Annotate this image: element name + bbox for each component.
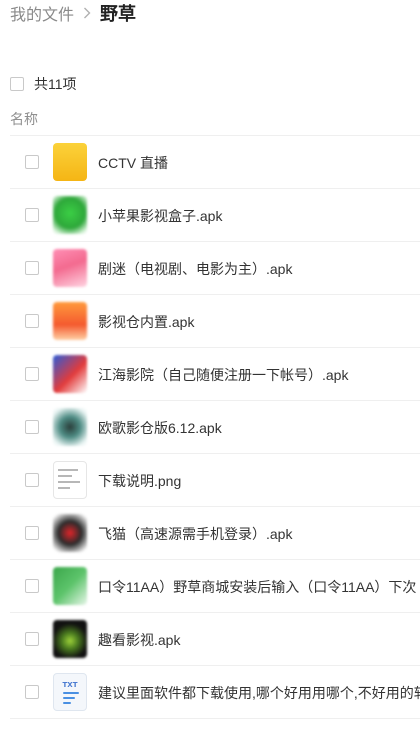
app-icon <box>53 302 87 340</box>
file-row[interactable]: CCTV 直播 <box>10 136 420 189</box>
file-row[interactable]: 江海影院（自己随便注册一下帐号）.apk <box>10 348 420 401</box>
file-row[interactable]: 剧迷（电视剧、电影为主）.apk <box>10 242 420 295</box>
file-name[interactable]: 下载说明.png <box>98 471 420 491</box>
app-icon <box>53 196 87 234</box>
select-all-row: 共11项 <box>10 75 77 93</box>
file-row[interactable]: 小苹果影视盒子.apk <box>10 189 420 242</box>
row-checkbox[interactable] <box>25 473 39 487</box>
file-name[interactable]: 小苹果影视盒子.apk <box>98 206 420 226</box>
row-checkbox[interactable] <box>25 632 39 646</box>
file-row[interactable]: 欧歌影仓版6.12.apk <box>10 401 420 454</box>
item-count-label: 共11项 <box>34 76 77 92</box>
row-checkbox[interactable] <box>25 208 39 222</box>
app-icon <box>53 567 87 605</box>
file-name[interactable]: CCTV 直播 <box>98 153 420 173</box>
app-icon <box>53 249 87 287</box>
image-file-icon <box>53 461 87 499</box>
app-icon <box>53 514 87 552</box>
row-checkbox[interactable] <box>25 579 39 593</box>
file-row[interactable]: TXT 建议里面软件都下载使用,哪个好用用哪个,不好用的软 <box>10 666 420 719</box>
file-name[interactable]: 江海影院（自己随便注册一下帐号）.apk <box>98 365 420 385</box>
chevron-right-icon <box>80 6 94 20</box>
select-all-checkbox[interactable] <box>10 77 24 91</box>
file-name[interactable]: 口令11AA）野草商城安装后输入（口令11AA）下次 <box>98 577 420 597</box>
row-checkbox[interactable] <box>25 314 39 328</box>
app-icon <box>53 620 87 658</box>
file-row[interactable]: 下载说明.png <box>10 454 420 507</box>
file-list: CCTV 直播 小苹果影视盒子.apk 剧迷（电视剧、电影为主）.apk 影视仓… <box>10 136 420 719</box>
folder-icon <box>53 143 87 181</box>
file-name[interactable]: 飞猫（高速源需手机登录）.apk <box>98 524 420 544</box>
file-row[interactable]: 趣看影视.apk <box>10 613 420 666</box>
file-name[interactable]: 欧歌影仓版6.12.apk <box>98 418 420 438</box>
txt-file-icon: TXT <box>53 673 87 711</box>
row-checkbox[interactable] <box>25 367 39 381</box>
file-name[interactable]: 影视仓内置.apk <box>98 312 420 332</box>
breadcrumb-root-link[interactable]: 我的文件 <box>10 1 74 25</box>
file-row[interactable]: 飞猫（高速源需手机登录）.apk <box>10 507 420 560</box>
app-icon <box>53 355 87 393</box>
row-checkbox[interactable] <box>25 261 39 275</box>
file-row[interactable]: 影视仓内置.apk <box>10 295 420 348</box>
file-name[interactable]: 趣看影视.apk <box>98 630 420 650</box>
breadcrumb: 我的文件 野草 <box>10 0 136 26</box>
file-name[interactable]: 剧迷（电视剧、电影为主）.apk <box>98 259 420 279</box>
app-icon <box>53 408 87 446</box>
file-name[interactable]: 建议里面软件都下载使用,哪个好用用哪个,不好用的软 <box>98 683 420 703</box>
row-checkbox[interactable] <box>25 685 39 699</box>
breadcrumb-current: 野草 <box>100 4 137 24</box>
row-checkbox[interactable] <box>25 420 39 434</box>
file-row[interactable]: 口令11AA）野草商城安装后输入（口令11AA）下次 <box>10 560 420 613</box>
row-checkbox[interactable] <box>25 155 39 169</box>
column-header-name[interactable]: 名称 <box>10 109 38 129</box>
row-checkbox[interactable] <box>25 526 39 540</box>
